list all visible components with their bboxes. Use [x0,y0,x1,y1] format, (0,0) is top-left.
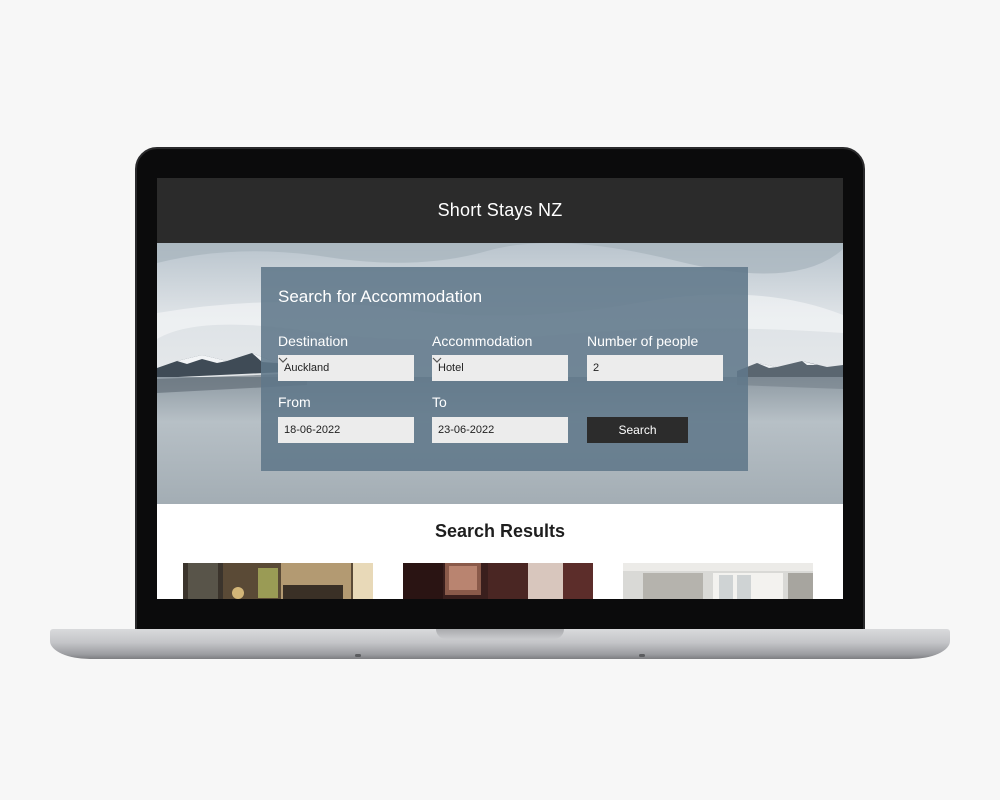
number-of-people-label: Number of people [587,333,699,349]
hotel-room-photo [403,563,593,599]
to-date-value: 23-06-2022 [438,424,495,436]
laptop-foot [639,654,645,657]
result-card-thumbnail[interactable] [403,563,593,599]
search-panel: Search for Accommodation Destination Auc… [261,267,748,471]
hotel-room-photo [183,563,373,599]
number-of-people-value: 2 [593,362,600,374]
hotel-room-photo [623,563,813,599]
accommodation-select[interactable]: Hotel [432,355,568,381]
chevron-down-icon [432,357,442,363]
accommodation-label: Accommodation [432,333,533,349]
search-results-title: Search Results [434,521,566,541]
laptop-foot [355,654,361,657]
result-card-thumbnail[interactable] [623,563,813,599]
from-date-input[interactable]: 18-06-2022 [278,417,414,443]
search-panel-title: Search for Accommodation [278,287,483,306]
site-header: Short Stays NZ [157,178,843,243]
destination-select[interactable]: Auckland [278,355,414,381]
site-title[interactable]: Short Stays NZ [438,200,563,221]
search-button[interactable]: Search [587,417,688,443]
destination-label: Destination [278,333,349,349]
result-card-thumbnail[interactable] [183,563,373,599]
destination-value: Auckland [284,362,330,374]
chevron-down-icon [278,357,288,363]
from-date-label: From [278,394,311,410]
from-date-value: 18-06-2022 [284,424,341,436]
laptop-notch [436,629,564,639]
to-date-input[interactable]: 23-06-2022 [432,417,568,443]
laptop-screen: Short Stays NZ Search for Accommodation … [157,178,843,599]
hero-banner: Search for Accommodation Destination Auc… [157,243,843,504]
to-date-label: To [432,394,447,410]
number-of-people-input[interactable]: 2 [587,355,723,381]
